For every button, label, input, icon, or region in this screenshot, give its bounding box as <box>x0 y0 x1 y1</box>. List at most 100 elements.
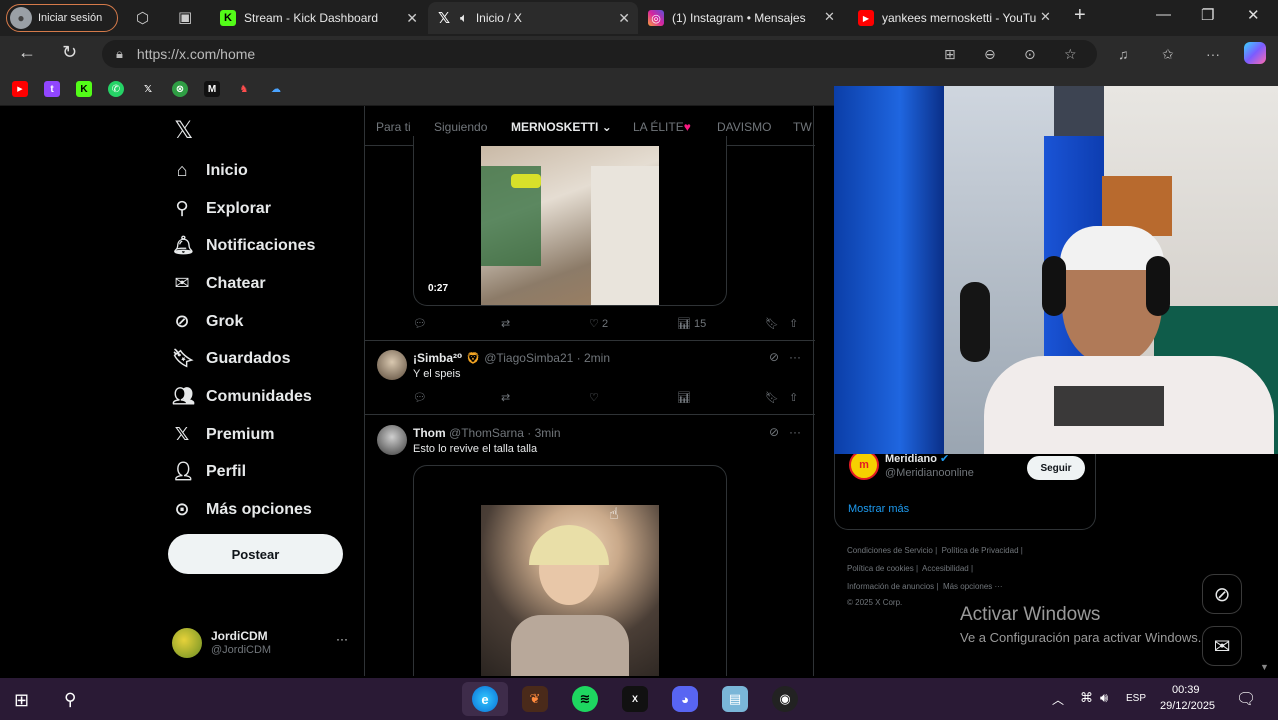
sidebar-item-notificaciones[interactable]: 🔔︎ Notificaciones <box>172 235 315 256</box>
tweet-video[interactable] <box>413 465 727 676</box>
follow-button[interactable]: Seguir <box>1027 456 1085 480</box>
copilot-icon[interactable] <box>1244 42 1266 64</box>
tab-para-ti[interactable]: Para ti <box>376 120 411 134</box>
footer-link[interactable]: Accesibilidad <box>922 564 969 573</box>
grok-icon[interactable]: ⊘ <box>769 350 779 364</box>
volume-icon[interactable]: 🔊︎ <box>1100 690 1108 706</box>
zoom-icon[interactable]: ⊖ <box>984 46 996 63</box>
account-menu-icon[interactable]: ··· <box>336 632 348 646</box>
sidebar-item-comunidades[interactable]: 👥︎ Comunidades <box>172 386 312 407</box>
notifications-icon[interactable]: 🗨︎ <box>1236 689 1256 709</box>
clock-date[interactable]: 29/12/2025 <box>1160 700 1215 712</box>
url-text[interactable]: https://x.com/home <box>137 46 255 62</box>
m-icon[interactable]: M <box>204 81 220 97</box>
xbox-icon[interactable]: ⊗ <box>172 81 188 97</box>
tab-davismo[interactable]: DAVISMO <box>717 120 771 134</box>
sidebar-item-chatear[interactable]: ✉ Chatear <box>172 273 265 294</box>
messages-float-button[interactable]: ✉ <box>1202 626 1242 666</box>
tweet-author-name[interactable]: ¡Simba²⁰ <box>413 351 462 365</box>
spotify-icon[interactable]: ≋ <box>572 686 598 712</box>
footer-link[interactable]: Política de cookies <box>847 564 914 573</box>
youtube-icon[interactable]: ▶ <box>12 81 28 97</box>
favorites-icon[interactable]: ✩ <box>1162 46 1174 63</box>
browser-essentials-icon[interactable]: ♫ <box>1118 46 1129 62</box>
reading-mode-icon[interactable]: ⊙ <box>1024 46 1036 63</box>
footer-link[interactable]: Más opciones ··· <box>943 582 1003 591</box>
close-icon[interactable]: ✕ <box>406 10 418 27</box>
new-tab-icon[interactable]: + <box>1074 4 1086 27</box>
fl-studio-icon[interactable]: ❦ <box>522 686 548 712</box>
sidebar-item-mas-opciones[interactable]: ⊙ Más opciones <box>172 499 311 520</box>
tab-actions-icon[interactable]: ▣ <box>178 8 192 26</box>
share-icon[interactable]: ⇧ <box>789 317 798 330</box>
chevron-up-icon[interactable]: ︿ <box>1052 691 1064 708</box>
tab-kick[interactable]: K Stream - Kick Dashboard ✕ <box>212 2 426 34</box>
footer-link[interactable]: Condiciones de Servicio <box>847 546 933 555</box>
workspaces-icon[interactable]: ⬡ <box>136 9 149 27</box>
sidebar-item-perfil[interactable]: 👤︎ Perfil <box>172 461 246 482</box>
bookmark-icon[interactable]: 🔖︎ <box>765 317 779 330</box>
close-icon[interactable]: ✕ <box>618 10 630 27</box>
tab-x[interactable]: 𝕏 🔈︎ Inicio / X ✕ <box>428 2 638 34</box>
cloud-icon[interactable]: ☁ <box>268 81 284 97</box>
back-icon[interactable]: ← <box>18 42 36 63</box>
restore-icon[interactable]: ❐ <box>1201 6 1214 24</box>
tweet-author-name[interactable]: Thom <box>413 426 446 440</box>
grok-float-button[interactable]: ⊘ <box>1202 574 1242 614</box>
minimize-icon[interactable]: — <box>1156 6 1171 23</box>
tab-la-elite[interactable]: LA ÉLITE♥ <box>633 120 691 134</box>
scroll-down-icon[interactable]: ▼ <box>1260 662 1269 672</box>
tweet-video[interactable]: 0:27 <box>413 136 727 306</box>
whatsapp-icon[interactable]: ✆ <box>108 81 124 97</box>
xsplit-icon[interactable]: X <box>622 686 648 712</box>
profile-button[interactable]: ● Iniciar sesión <box>6 4 118 32</box>
favorite-star-icon[interactable]: ☆ <box>1064 46 1077 63</box>
show-more-link[interactable]: Mostrar más <box>848 503 909 515</box>
more-icon[interactable]: ··· <box>789 350 801 364</box>
close-icon[interactable]: ✕ <box>1040 9 1051 25</box>
sidebar-item-premium[interactable]: 𝕏 Premium <box>172 424 275 445</box>
obs-icon[interactable]: ◉ <box>772 686 798 712</box>
notepad-icon[interactable]: ▤ <box>722 686 748 712</box>
language-indicator[interactable]: ESP <box>1126 693 1146 704</box>
edge-icon[interactable]: e <box>472 686 498 712</box>
post-button[interactable]: Postear <box>168 534 343 574</box>
footer-link[interactable]: Política de Privacidad <box>942 546 1019 555</box>
retweet-icon[interactable]: ⇄ <box>501 317 510 330</box>
reply-icon[interactable]: 💬︎ <box>413 317 427 330</box>
discord-icon[interactable]: ◕ <box>672 686 698 712</box>
speaker-icon[interactable]: 🔈︎ <box>460 10 468 26</box>
tab-instagram[interactable]: ◎ (1) Instagram • Mensajes <box>640 2 846 34</box>
tab-siguiendo[interactable]: Siguiendo <box>434 120 487 134</box>
meridiano-logo-icon[interactable]: m <box>849 450 879 480</box>
share-icon[interactable]: ⇧ <box>789 391 798 404</box>
tab-mernosketti[interactable]: MERNOSKETTI ⌄ <box>511 120 612 134</box>
bookmark-icon[interactable]: 🔖︎ <box>765 391 779 404</box>
reply-icon[interactable]: 💬︎ <box>413 391 427 404</box>
refresh-icon[interactable]: ↻ <box>62 42 77 63</box>
tab-more[interactable]: TW <box>793 120 812 134</box>
heart-icon[interactable]: ♡ <box>589 391 599 404</box>
views-icon[interactable]: 📊︎ <box>677 391 691 404</box>
twitch-icon[interactable]: t <box>44 81 60 97</box>
network-icon[interactable]: ⌘ <box>1080 690 1093 706</box>
close-icon[interactable]: ✕ <box>824 9 835 25</box>
like-button[interactable]: ♡ 2 <box>589 317 608 330</box>
views-button[interactable]: 📊︎ 15 <box>677 317 706 330</box>
tweet-author-handle[interactable]: @ThomSarna <box>449 426 524 440</box>
tweet-author-handle[interactable]: @TiagoSimba21 <box>484 351 573 365</box>
x-icon[interactable]: 𝕏 <box>140 81 156 97</box>
sidebar-item-explorar[interactable]: ⚲ Explorar <box>172 198 271 219</box>
suggestion-handle[interactable]: @Meridianoonline <box>885 467 974 479</box>
tweet-time[interactable]: · 2min <box>577 351 610 365</box>
retweet-icon[interactable]: ⇄ <box>501 391 510 404</box>
more-icon[interactable]: ··· <box>789 425 801 439</box>
kick-icon[interactable]: K <box>76 81 92 97</box>
clock-time[interactable]: 00:39 <box>1172 684 1200 696</box>
grok-icon[interactable]: ⊘ <box>769 425 779 439</box>
search-icon[interactable]: ⚲ <box>64 690 76 710</box>
extension-icon[interactable]: ♞ <box>236 81 252 97</box>
start-icon[interactable]: ⊞ <box>14 690 29 711</box>
tab-youtube[interactable]: ▶ yankees mernosketti - YouTu <box>850 2 1064 34</box>
sidebar-item-grok[interactable]: ⊘ Grok <box>172 311 243 332</box>
